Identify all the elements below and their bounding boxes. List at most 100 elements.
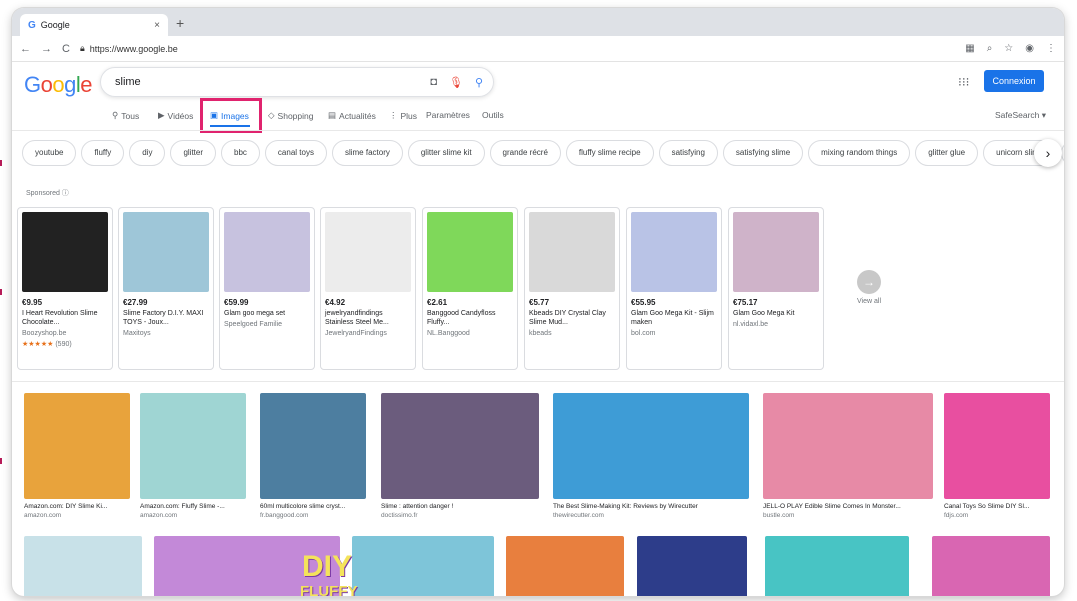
search-header: Google slime ◘ 🎙︎ ⚲ ⁝⁝⁝ Connexion [12,62,1064,102]
result-caption: Slime : attention danger ! [381,503,454,510]
tab-all-label: Tous [121,110,140,121]
product-image [123,212,209,292]
chip-13[interactable]: glitter glue [915,140,979,166]
chip-5[interactable]: canal toys [264,140,327,166]
image-result[interactable]: Canal Toys So Slime DIY Sl... fdjs.com [944,393,1050,519]
product-name: Slime Factory D.I.Y. MAXI TOYS - Joux... [123,310,204,326]
shopping-card[interactable]: €59.99 Glam goo mega set Speelgoed Familie [219,207,315,370]
result-thumbnail [944,393,1050,499]
shopping-card[interactable]: €55.95 Glam Goo Mega Kit - Slijm maken bol… [626,207,722,370]
image-result-thumbnail[interactable] [24,536,142,596]
result-caption: The Best Slime-Making Kit: Reviews by Wi… [553,503,698,510]
image-result[interactable]: Amazon.com: Fluffy Slime -... amazon.com [140,393,246,519]
google-logo[interactable]: Google [24,72,93,98]
result-caption: Amazon.com: Fluffy Slime -... [140,503,225,510]
product-price: €75.17 [733,298,758,307]
product-name: jewelryandfindings Stainless Steel Me... [325,310,389,326]
tab-news-label: Actualités [339,110,376,121]
result-thumbnail [553,393,749,499]
product-price: €9.95 [22,298,43,307]
search-icon: ⚲ [112,110,119,120]
tab-settings[interactable]: Paramètres [426,110,470,120]
chip-8[interactable]: grande récré [489,140,561,166]
camera-icon[interactable]: ◘ [430,76,437,88]
apps-grid-icon[interactable]: ⁝⁝⁝ [958,75,969,89]
forward-icon[interactable]: → [41,43,52,55]
chevron-right-icon[interactable]: › [1034,139,1062,167]
chip-4[interactable]: bbc [221,140,260,166]
safesearch-toggle[interactable]: SafeSearch ▾ [995,110,1046,121]
menu-kebab-icon[interactable]: ⋮ [1046,43,1056,54]
extension-icon[interactable]: ▦ [965,43,974,54]
chip-9[interactable]: fluffy slime recipe [565,140,654,166]
profile-icon[interactable]: ◉ [1025,43,1034,54]
product-price: €2.61 [427,298,448,307]
microphone-icon[interactable]: 🎙︎ [449,76,463,89]
search-input[interactable]: slime [115,76,418,88]
image-result-thumbnail[interactable] [352,536,494,596]
shopping-card[interactable]: €9.95 I Heart Revolution Slime Chocolate.… [17,207,113,370]
tab-more[interactable]: ⋮ Plus [389,110,417,121]
google-favicon-icon: G [28,19,36,31]
tab-all[interactable]: ⚲ Tous [112,110,139,121]
image-result-thumbnail[interactable] [932,536,1050,596]
chip-11[interactable]: satisfying slime [722,140,804,166]
shopping-card[interactable]: €5.77 Kbeads DIY Crystal Clay Slime Mud..… [524,207,620,370]
image-result-thumbnail[interactable] [765,536,909,596]
product-image [22,212,108,292]
tab-shopping[interactable]: ◇ Shopping [268,110,313,121]
product-store: Boozyshop.be [22,330,67,337]
chip-3[interactable]: glitter [170,140,217,166]
result-source: bustle.com [763,512,795,519]
review-count: (590) [55,341,72,348]
tab-tools[interactable]: Outils [482,110,504,120]
chip-7[interactable]: glitter slime kit [407,140,485,166]
chip-0[interactable]: youtube [22,140,77,166]
shopping-card[interactable]: €27.99 Slime Factory D.I.Y. MAXI TOYS - J… [118,207,214,370]
zoom-icon[interactable]: ⌕ [987,43,993,54]
image-result[interactable]: The Best Slime-Making Kit: Reviews by Wi… [553,393,749,519]
view-all-button[interactable]: → View all [857,270,881,305]
product-store: nl.vidaxl.be [733,321,769,328]
result-source: amazon.com [140,512,178,519]
video-icon: ▶ [158,110,165,120]
address-bar[interactable]: 🔒︎ https://www.google.be [80,40,955,58]
bookmark-star-icon[interactable]: ☆ [1004,43,1013,54]
image-result-thumbnail[interactable] [506,536,624,596]
chip-10[interactable]: satisfying [658,140,718,166]
result-source: thewirecutter.com [553,512,604,519]
image-result[interactable]: Amazon.com: DIY Slime Ki... amazon.com [24,393,130,519]
search-icon[interactable]: ⚲ [475,76,483,89]
signin-button[interactable]: Connexion [984,70,1044,92]
tab-news[interactable]: ▤ Actualités [328,110,376,121]
product-name: Glam Goo Mega Kit [733,310,795,317]
product-store: kbeads [529,330,552,337]
shopping-card[interactable]: €2.61 Banggood Candyfloss Fluffy... NL.Ban… [422,207,518,370]
chip-12[interactable]: mixing random things [808,140,911,166]
result-source: amazon.com [24,512,62,519]
image-result[interactable]: Slime : attention danger ! doctissimo.fr [381,393,539,519]
reload-icon[interactable]: C [62,43,70,55]
result-caption: JELL-O PLAY Edible Slime Comes In Monste… [763,503,901,510]
browser-tab[interactable]: G Google × [20,14,168,36]
tab-videos[interactable]: ▶ Vidéos [158,110,193,121]
result-caption: Canal Toys So Slime DIY Sl... [944,503,1030,510]
product-name: I Heart Revolution Slime Chocolate... [22,310,98,326]
chip-1[interactable]: fluffy [81,140,125,166]
shopping-card[interactable]: €75.17 Glam Goo Mega Kit nl.vidaxl.be [728,207,824,370]
search-box[interactable]: slime ◘ 🎙︎ ⚲ [100,67,494,97]
new-tab-icon[interactable]: + [176,15,184,31]
image-result[interactable]: 60ml multicolore slime cryst... fr.banggo… [260,393,366,519]
image-result[interactable]: JELL-O PLAY Edible Slime Comes In Monste… [763,393,933,519]
edge-marker [0,458,2,464]
close-tab-icon[interactable]: × [154,20,160,31]
arrow-right-icon: → [857,270,881,294]
chip-2[interactable]: diy [129,140,166,166]
sponsored-label: Sponsored ⓘ [26,190,69,197]
related-searches-chips: youtube fluffy diy glitter bbc canal toys slim… [22,140,1064,168]
back-icon[interactable]: ← [20,43,31,55]
shopping-card[interactable]: €4.92 jewelryandfindings Stainless Steel … [320,207,416,370]
chip-6[interactable]: slime factory [331,140,403,166]
image-result-thumbnail[interactable] [637,536,747,596]
product-price: €55.95 [631,298,656,307]
